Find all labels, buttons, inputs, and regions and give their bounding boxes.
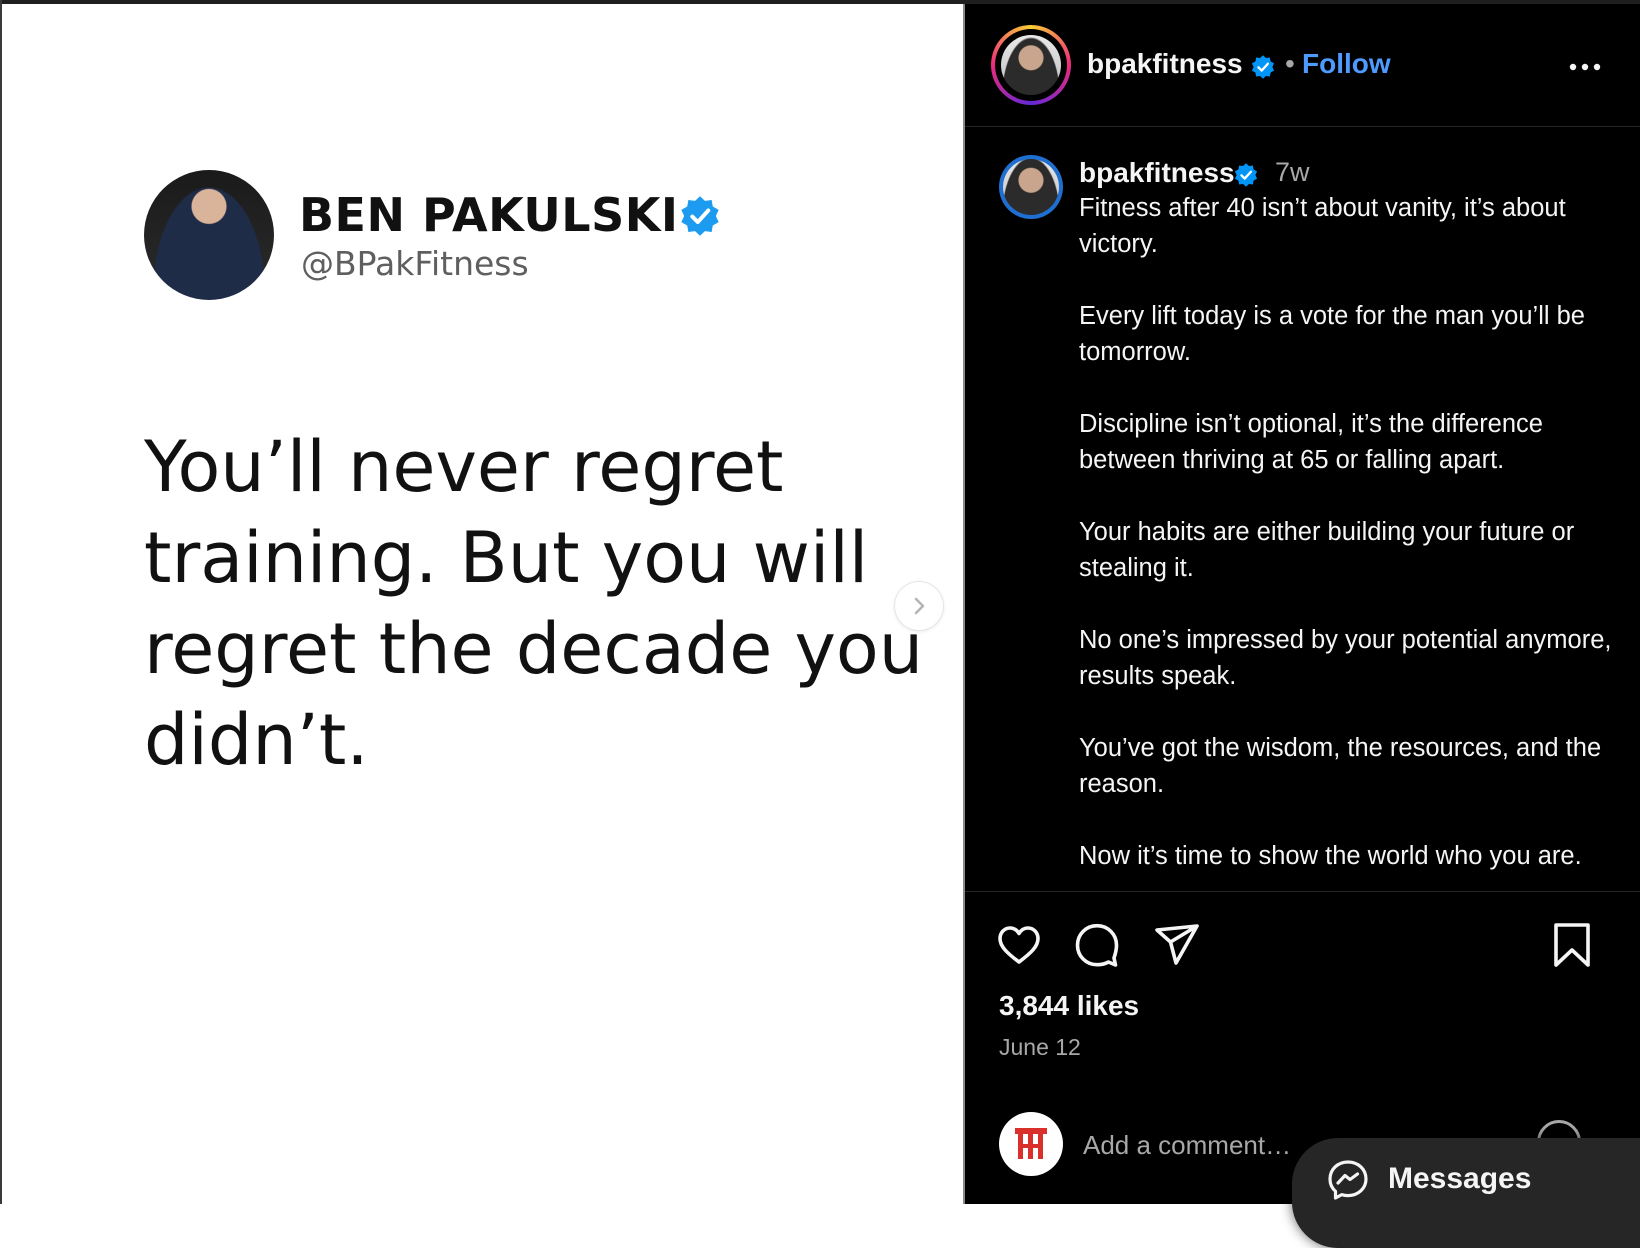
verified-badge-icon: [681, 196, 719, 236]
verified-badge-icon: [1251, 55, 1275, 79]
heart-icon[interactable]: [995, 921, 1043, 969]
post-panel: bpakfitness • Follow bpakfitness 7w Fitn…: [965, 4, 1640, 1204]
tweet-handle: @BPakFitness: [301, 244, 529, 283]
post-header: bpakfitness • Follow: [965, 4, 1640, 127]
caption-paragraph: Fitness after 40 isn’t about vanity, it’…: [1079, 194, 1566, 258]
caption-avatar[interactable]: [999, 155, 1063, 219]
tweet-author-name: BEN PAKULSKI: [299, 188, 679, 242]
header-separator: •: [1285, 48, 1295, 79]
next-slide-button[interactable]: [895, 582, 943, 630]
actions-divider: [965, 891, 1640, 892]
send-icon[interactable]: [1153, 921, 1201, 969]
bookmark-icon[interactable]: [1548, 921, 1596, 969]
chevron-right-icon: [914, 597, 925, 615]
caption-paragraph: Now it’s time to show the world who you …: [1079, 842, 1582, 870]
messages-button[interactable]: Messages: [1292, 1138, 1640, 1248]
user-logo-icon: [1015, 1128, 1047, 1159]
caption-area[interactable]: bpakfitness 7w Fitness after 40 isn’t ab…: [965, 127, 1640, 891]
caption-paragraph: Your habits are either building your fut…: [1079, 518, 1575, 582]
caption-paragraph: No one’s impressed by your potential any…: [1079, 626, 1612, 690]
more-options-icon[interactable]: [1565, 52, 1605, 82]
caption-paragraph: Every lift today is a vote for the man y…: [1079, 302, 1585, 366]
caption-paragraph: Discipline isn’t optional, it’s the diff…: [1079, 410, 1543, 474]
story-ring[interactable]: [991, 25, 1071, 105]
verified-badge-icon: [1234, 163, 1258, 187]
comment-input[interactable]: [1083, 1124, 1313, 1166]
header-username[interactable]: bpakfitness: [1087, 48, 1243, 80]
avatar: [1003, 159, 1059, 215]
tweet-avatar: [144, 170, 274, 300]
tweet-quote: You’ll never regret training. But you wi…: [144, 426, 924, 781]
caption-timestamp[interactable]: 7w: [1275, 157, 1310, 188]
post-date[interactable]: June 12: [999, 1034, 1081, 1061]
follow-button[interactable]: Follow: [1302, 48, 1391, 80]
caption-username[interactable]: bpakfitness: [1079, 157, 1235, 189]
caption-paragraph: You’ve got the wisdom, the resources, an…: [1079, 734, 1602, 798]
messages-label: Messages: [1388, 1162, 1532, 1195]
likes-count[interactable]: 3,844 likes: [999, 990, 1139, 1022]
avatar: [1001, 35, 1061, 95]
messenger-icon: [1328, 1160, 1368, 1200]
comment-icon[interactable]: [1073, 921, 1121, 969]
post-image: BEN PAKULSKI @BPakFitness You’ll never r…: [2, 4, 965, 1204]
caption-text: Fitness after 40 isn’t about vanity, it’…: [1079, 190, 1619, 891]
current-user-avatar: [999, 1112, 1063, 1176]
